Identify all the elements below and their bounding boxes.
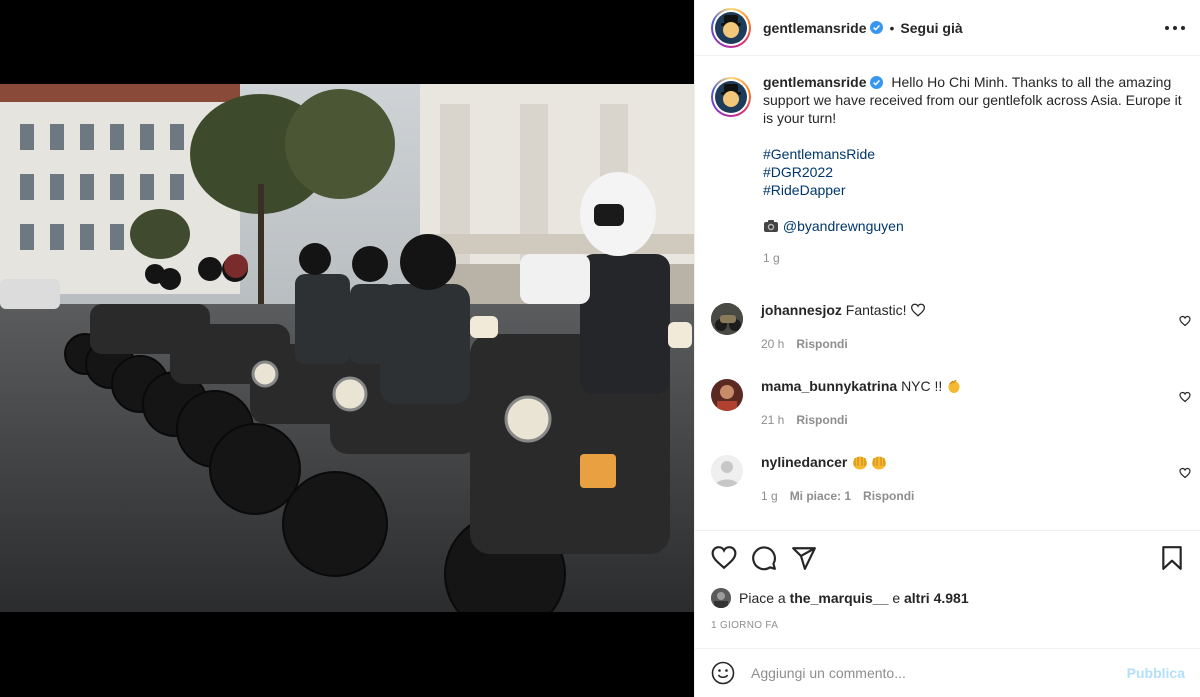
post-media-area	[0, 0, 694, 697]
comment-text: Fantastic!	[845, 302, 907, 318]
commenter-avatar[interactable]	[711, 379, 743, 411]
likes-prefix: Piace a	[739, 590, 786, 606]
commenter-avatar[interactable]	[711, 303, 743, 335]
more-options-icon[interactable]	[1165, 18, 1185, 38]
camera-emoji-icon	[764, 220, 778, 232]
heart-emoji-icon	[911, 303, 926, 317]
like-comment-icon[interactable]	[1179, 315, 1191, 327]
likes-others-link[interactable]: altri 4.981	[904, 590, 969, 606]
comment-item: mama_bunnykatrina NYC !! 21 h Rispondi	[711, 377, 1191, 429]
comment-bubble-icon[interactable]	[751, 545, 777, 571]
comment-reply-button[interactable]: Rispondi	[796, 411, 847, 429]
comment-username[interactable]: mama_bunnykatrina	[761, 378, 897, 394]
commenter-avatar[interactable]	[711, 455, 743, 487]
post-caption: gentlemansride Hello Ho Chi Minh. Thanks…	[711, 73, 1191, 267]
comment-reply-button[interactable]: Rispondi	[863, 487, 914, 505]
comment-username[interactable]: johannesjoz	[761, 302, 842, 318]
caption-timestamp[interactable]: 1 g	[763, 249, 1191, 267]
post-side-panel: gentlemansride • Segui già gentlemansrid…	[694, 0, 1200, 697]
comments-scroll-area[interactable]: gentlemansride Hello Ho Chi Minh. Thanks…	[695, 57, 1200, 530]
caption-text-line-3: is your turn!	[763, 110, 837, 126]
liker-username[interactable]: the_marquis__	[790, 590, 889, 606]
raising-hands-emoji-icon	[853, 456, 887, 470]
publish-comment-button[interactable]: Pubblica	[1127, 665, 1185, 681]
comment-username[interactable]: nylinedancer	[761, 454, 847, 470]
likes-connector: e	[892, 590, 901, 606]
comment-item: johannesjoz Fantastic! 20 h Rispondi	[711, 301, 1191, 353]
comment-reply-button[interactable]: Rispondi	[796, 335, 847, 353]
clapping-hands-emoji-icon	[948, 379, 960, 393]
add-comment-bar: Pubblica	[695, 648, 1200, 697]
header-separator-dot: •	[889, 19, 895, 36]
likes-summary: Piace a the_marquis__ e altri 4.981	[711, 588, 969, 608]
add-comment-input[interactable]	[751, 665, 1127, 681]
save-bookmark-icon[interactable]	[1159, 545, 1185, 571]
verified-badge-icon	[870, 21, 884, 34]
caption-text-line-2: support we have received from our gentle…	[763, 92, 1182, 108]
caption-avatar[interactable]	[711, 77, 751, 117]
like-heart-icon[interactable]	[711, 545, 737, 571]
comment-time[interactable]: 21 h	[761, 411, 784, 429]
like-comment-icon[interactable]	[1179, 467, 1191, 479]
emoji-picker-icon[interactable]	[711, 661, 735, 685]
verified-badge-icon	[870, 76, 884, 89]
hashtag-link[interactable]: #DGR2022	[763, 163, 1191, 181]
author-username[interactable]: gentlemansride	[763, 20, 866, 36]
caption-username[interactable]: gentlemansride	[763, 74, 866, 90]
follow-status-button[interactable]: Segui già	[900, 20, 962, 36]
author-avatar[interactable]	[711, 7, 751, 48]
post-photo[interactable]	[0, 84, 694, 612]
instagram-post-view: gentlemansride • Segui già gentlemansrid…	[0, 0, 1200, 697]
share-paper-plane-icon[interactable]	[791, 545, 817, 571]
like-comment-icon[interactable]	[1179, 391, 1191, 403]
hashtag-link[interactable]: #RideDapper	[763, 181, 1191, 199]
hashtag-link[interactable]: #GentlemansRide	[763, 145, 1191, 163]
post-actions-bar	[695, 530, 1200, 584]
photo-credit-link[interactable]: @byandrewnguyen	[783, 218, 904, 234]
post-header: gentlemansride • Segui già	[695, 0, 1200, 56]
comment-time[interactable]: 1 g	[761, 487, 778, 505]
comment-likes-count[interactable]: Mi piace: 1	[790, 487, 851, 505]
comment-text: NYC !!	[901, 378, 943, 394]
comment-time[interactable]: 20 h	[761, 335, 784, 353]
comment-item: nylinedancer 1 g Mi piace: 1 Rispondi	[711, 453, 1191, 505]
post-date[interactable]: 1 GIORNO FA	[711, 620, 778, 631]
caption-text-line-1: Hello Ho Chi Minh. Thanks to all the ama…	[891, 74, 1172, 90]
liker-avatar[interactable]	[711, 588, 731, 608]
